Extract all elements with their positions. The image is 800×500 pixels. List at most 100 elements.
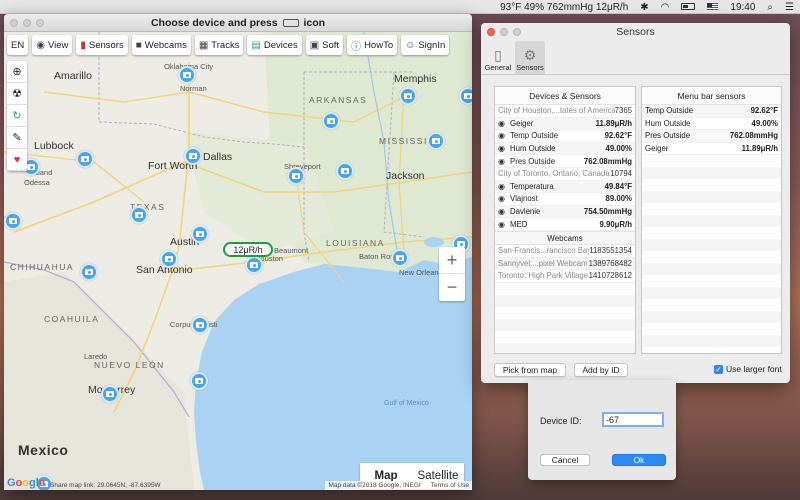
sensor-row[interactable]: ◉ Temperatura 49.84°F (495, 180, 635, 194)
webcam-marker[interactable] (101, 385, 119, 403)
menubar-sensor-row[interactable]: Geiger 11.89μR/h (642, 143, 781, 156)
eye-icon[interactable]: ◉ (498, 194, 510, 203)
webcam-marker[interactable] (184, 147, 202, 165)
language-label: EN (11, 39, 25, 51)
language-button[interactable]: EN (7, 35, 29, 55)
view-button[interactable]: ◉ View (32, 35, 73, 55)
webcam-row[interactable]: San-Francis...rancisco Bay 1183551354 (495, 245, 635, 258)
device-id-input[interactable]: -67 (602, 412, 664, 427)
weather-status-item[interactable]: 93°F 49% 762mmHg 12μR/h (494, 2, 634, 13)
webcam-marker[interactable] (178, 66, 196, 84)
cancel-button[interactable]: Cancel (540, 454, 590, 466)
webcam-row[interactable]: Sannyvel:...pixel Webcam 1389768482 (495, 257, 635, 271)
eye-icon[interactable]: ◉ (498, 119, 510, 128)
webcam-marker[interactable] (391, 249, 409, 267)
google-logo[interactable]: Google (7, 477, 45, 489)
sensors-button[interactable]: ▮ Sensors (76, 35, 128, 55)
tracks-button[interactable]: ▦ Tracks (194, 35, 244, 55)
crosshair-icon[interactable]: ⊕ (7, 61, 27, 83)
refresh-icon[interactable]: ↻ (7, 105, 27, 127)
edit-icon[interactable]: ✎ (7, 127, 27, 149)
use-larger-font-checkbox[interactable]: ✓ Use larger font (714, 364, 782, 374)
sensor-row[interactable]: ◉ MED 9.90μR/h (495, 218, 635, 231)
tab-sensors[interactable]: ⚙ Sensors (515, 41, 545, 74)
attribution-text: Map data ©2018 Google, INEGI (328, 482, 421, 489)
howto-button[interactable]: ⓘ HowTo (347, 35, 398, 55)
webcam-marker[interactable] (191, 316, 209, 334)
webcam-marker[interactable] (76, 150, 94, 168)
radiation-icon[interactable]: ☢ (7, 83, 27, 105)
sensor-row[interactable]: ◉ Temp Outside 92.62°F (495, 130, 635, 143)
eye-icon[interactable]: ◉ (498, 157, 510, 166)
sensor-name: Hum Outside (510, 144, 556, 154)
status-area: 93°F 49% 762mmHg 12μR/h ✱ ◠ 19:40 ⌕ ☰ (494, 0, 800, 14)
eye-icon[interactable]: ◉ (498, 220, 510, 229)
sensor-row[interactable]: ◉ Hum Outside 49.00% (495, 142, 635, 156)
menubar-sensor-row[interactable]: Pres Outside 762.08mmHg (642, 130, 781, 143)
sensor-row[interactable]: ◉ Geiger 11.89μR/h (495, 117, 635, 131)
menubar-sensors-list[interactable]: Menu bar sensors Temp Outside 92.62°F Hum… (641, 86, 782, 354)
signin-label: SignIn (418, 39, 446, 51)
sensor-row[interactable]: ◉ Pres Outside 762.08mmHg (495, 155, 635, 168)
webcam-marker[interactable] (427, 132, 445, 150)
webcam-marker[interactable] (160, 250, 178, 268)
ok-button[interactable]: Ok (612, 454, 666, 466)
menubar-sensor-row[interactable]: Hum Outside 49.00% (642, 118, 781, 131)
menubar-sensors-header: Menu bar sensors (642, 87, 781, 105)
checkbox-label: Use larger font (726, 364, 782, 374)
soft-button[interactable]: ▣ Soft (305, 35, 344, 55)
battery-icon[interactable] (675, 2, 701, 13)
device-name: City of Toronto, Ontario, Canada (498, 169, 610, 179)
terms-link[interactable]: Terms of Use (431, 482, 469, 489)
webcam-marker[interactable] (336, 162, 354, 180)
devices-sensors-header: Devices & Sensors (495, 87, 635, 105)
menu-bar: 93°F 49% 762mmHg 12μR/h ✱ ◠ 19:40 ⌕ ☰ (0, 0, 800, 14)
webcam-marker[interactable] (80, 263, 98, 281)
sensor-row[interactable]: ◉ Vlajnost 89.00% (495, 193, 635, 206)
eye-icon[interactable]: ◉ (498, 131, 510, 140)
zoom-out-button[interactable]: − (439, 274, 465, 301)
webcam-marker[interactable] (399, 87, 417, 105)
menubar-sensor-row[interactable]: Temp Outside 92.62°F (642, 105, 781, 118)
zoom-in-button[interactable]: + (439, 247, 465, 274)
flag-icon[interactable] (701, 2, 724, 13)
sensor-row[interactable]: ◉ Davlenie 754.50mmHg (495, 205, 635, 219)
device-row[interactable]: City of Toronto, Ontario, Canada 10794 (495, 168, 635, 181)
share-link[interactable]: Share map link: 29.0645N, -87.6395W (50, 482, 161, 489)
webcam-marker[interactable] (190, 372, 208, 390)
sensors-window-title: Sensors (616, 26, 655, 38)
add-by-id-button[interactable]: Add by ID (574, 363, 628, 377)
webcam-marker[interactable] (459, 87, 472, 105)
list-icon[interactable]: ☰ (779, 2, 800, 13)
clock[interactable]: 19:40 (724, 2, 761, 13)
webcam-id: 1410728612 (588, 271, 632, 281)
webcam-row[interactable]: Toronto: High Park Village 1410728612 (495, 270, 635, 283)
device-id: 7365 (614, 106, 632, 116)
piggy-bank-icon[interactable]: ♥ (7, 149, 27, 171)
search-icon[interactable]: ⌕ (761, 2, 779, 13)
webcam-marker[interactable] (130, 206, 148, 224)
webcam-marker[interactable] (191, 225, 209, 243)
eye-icon[interactable]: ◉ (498, 207, 510, 216)
tab-general[interactable]: ▯ General (483, 41, 513, 74)
device-row[interactable]: City of Houston,...tates of America 7365 (495, 105, 635, 118)
radiation-reading-marker[interactable]: 12μR/h (223, 242, 273, 257)
eye-icon[interactable]: ◉ (498, 182, 510, 191)
signin-button[interactable]: ☺ SignIn (401, 35, 450, 55)
webcam-marker[interactable] (322, 112, 340, 130)
devices-label: Devices (263, 39, 298, 51)
sensor-name: Temp Outside (645, 106, 694, 116)
webcam-marker[interactable] (287, 167, 305, 185)
webcam-marker[interactable] (245, 256, 263, 274)
eye-icon[interactable]: ◉ (498, 144, 510, 153)
wifi-icon[interactable]: ◠ (655, 2, 676, 13)
devices-sensors-list[interactable]: Devices & Sensors City of Houston,...tat… (494, 86, 636, 354)
webcams-button[interactable]: ■ Webcams (131, 35, 191, 55)
map-view[interactable]: EN ◉ View ▮ Sensors ■ Webcams ▦ Tracks ▤ Devi… (4, 32, 472, 490)
webcam-marker[interactable] (4, 212, 22, 230)
devices-button[interactable]: ▤ Devices (247, 35, 302, 55)
bluetooth-icon[interactable]: ✱ (634, 2, 654, 13)
map-window: Choose device and press icon EN ◉ View ▮… (4, 14, 472, 490)
pick-from-map-button[interactable]: Pick from map (494, 363, 566, 377)
sensor-value: 9.90μR/h (599, 219, 632, 229)
